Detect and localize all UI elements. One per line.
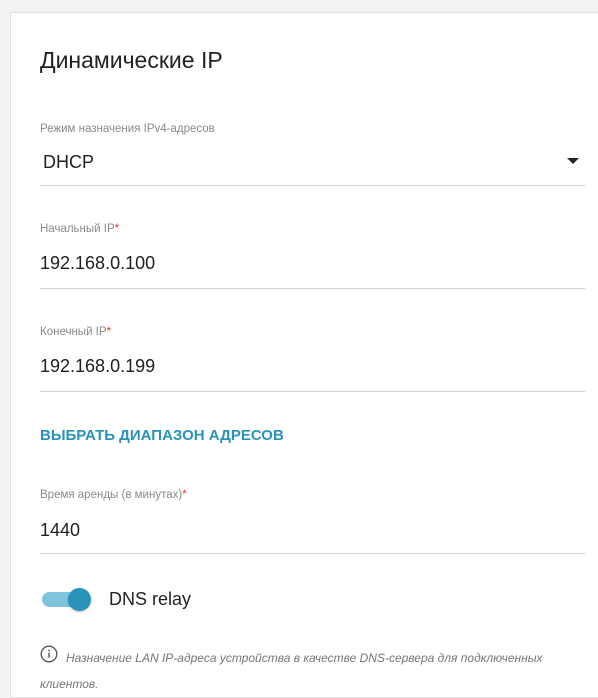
ipv4-mode-label: Режим назначения IPv4-адресов — [40, 123, 215, 135]
toggle-thumb — [68, 588, 91, 611]
start-ip-value: 192.168.0.100 — [40, 253, 156, 273]
required-mark: * — [114, 223, 120, 235]
start-ip-field[interactable]: Начальный IP* 192.168.0.100 — [40, 223, 585, 289]
required-mark: * — [182, 489, 187, 501]
dns-relay-toggle[interactable] — [42, 583, 94, 615]
chevron-down-icon — [567, 158, 579, 164]
ipv4-mode-select[interactable]: Режим назначения IPv4-адресов DHCP — [40, 123, 585, 186]
lease-time-field[interactable]: Время аренды (в минутах)* 1440 — [40, 489, 585, 554]
dns-relay-label: DNS relay — [109, 589, 192, 609]
section-title: Динамические IP — [40, 47, 223, 73]
required-mark: * — [106, 326, 112, 338]
dns-relay-hint: Назначение LAN IP-адреса устройства в ка… — [40, 651, 543, 691]
dynamic-ip-card: Динамические IP Режим назначения IPv4-ад… — [10, 12, 598, 698]
lease-time-label: Время аренды (в минутах)* — [40, 489, 187, 501]
lease-time-value: 1440 — [40, 520, 81, 540]
end-ip-field[interactable]: Конечный IP* 192.168.0.199 — [40, 326, 585, 392]
start-ip-label: Начальный IP* — [40, 223, 120, 235]
end-ip-label: Конечный IP* — [40, 326, 112, 338]
select-range-link[interactable]: ВЫБРАТЬ ДИАПАЗОН АДРЕСОВ — [40, 427, 284, 444]
end-ip-value: 192.168.0.199 — [40, 356, 156, 376]
ipv4-mode-value: DHCP — [43, 152, 95, 172]
